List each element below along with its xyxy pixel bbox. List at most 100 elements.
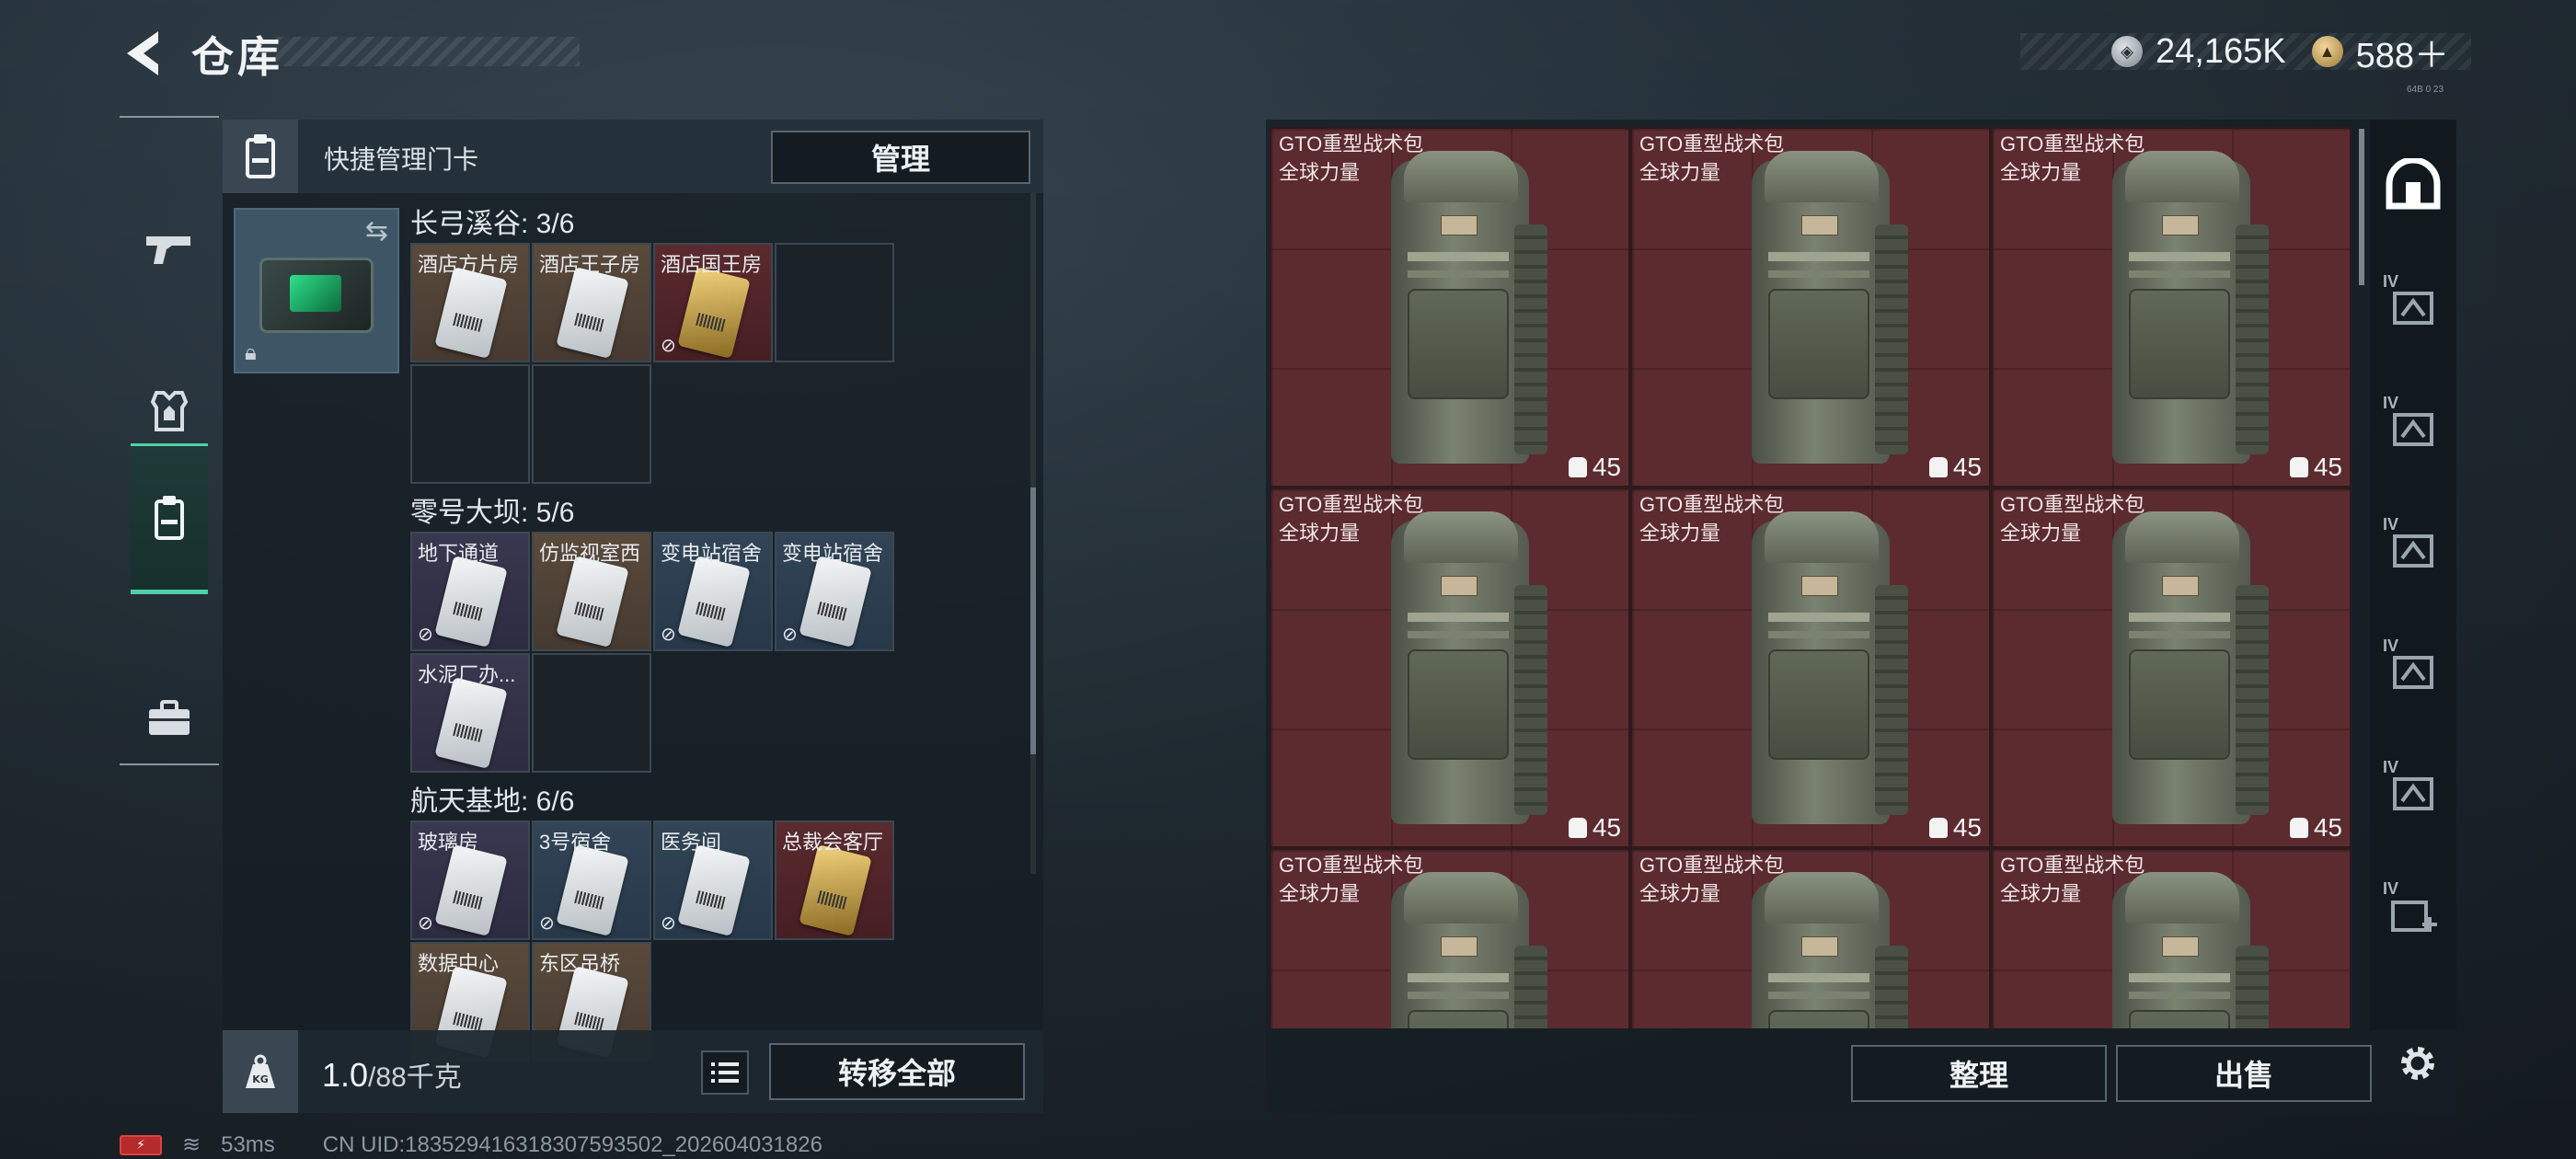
stash-tab-4[interactable]: IV bbox=[2377, 511, 2449, 585]
keycard-slot[interactable]: 变电站宿舍 ⊘ bbox=[653, 532, 773, 651]
stash-item-backpack[interactable]: GTO重型战术包全球力量45 bbox=[1991, 127, 2352, 488]
item-brand: 全球力量 bbox=[1639, 882, 1721, 905]
silver-currency-value: 24,165K bbox=[2156, 31, 2286, 71]
keycard-case-box bbox=[223, 120, 298, 193]
capacity-value: 45 bbox=[1592, 813, 1621, 842]
empty-keycard-slot[interactable] bbox=[532, 653, 651, 773]
backpack-image bbox=[1367, 151, 1547, 473]
list-view-button[interactable] bbox=[701, 1050, 749, 1095]
stash-tab-5[interactable]: IV bbox=[2377, 633, 2449, 706]
category-tools[interactable] bbox=[131, 649, 208, 787]
scrollbar-thumb[interactable] bbox=[1030, 488, 1036, 754]
keycard-label: 酒店国王房 bbox=[661, 253, 763, 276]
transfer-all-button[interactable]: 转移全部 bbox=[769, 1043, 1025, 1100]
keycard-case-icon bbox=[246, 134, 275, 178]
keycard-slot[interactable]: 医务间 ⊘ bbox=[653, 820, 773, 940]
stash-item-backpack[interactable]: GTO重型战术包全球力量45 bbox=[1991, 848, 2352, 1028]
manage-button[interactable]: 管理 bbox=[771, 131, 1030, 184]
stash-tab-6[interactable]: IV bbox=[2377, 754, 2449, 828]
gold-currency-value[interactable]: 588＋ bbox=[2356, 27, 2449, 77]
keycard-label: 地下通道 bbox=[418, 542, 500, 565]
keycard-slot[interactable]: 酒店王子房 bbox=[532, 243, 651, 362]
keycard-slot[interactable]: 水泥厂办... bbox=[410, 653, 530, 773]
pistol-icon bbox=[146, 236, 190, 264]
keycard-scrollbar[interactable] bbox=[1030, 193, 1036, 874]
category-keycards[interactable] bbox=[131, 443, 208, 594]
stash-home-icon bbox=[2386, 158, 2441, 210]
capacity-value: 45 bbox=[1952, 453, 1982, 481]
sort-button[interactable]: 整理 bbox=[1851, 1045, 2107, 1102]
keycard-image bbox=[556, 267, 629, 359]
sell-button[interactable]: 出售 bbox=[2116, 1045, 2372, 1102]
backpack-image bbox=[1367, 511, 1547, 833]
keycard-slot[interactable]: 3号宿舍 ⊘ bbox=[532, 820, 651, 940]
stash-tab-3[interactable]: IV bbox=[2377, 390, 2449, 464]
map-group-title: 航天基地: 6/6 bbox=[410, 786, 575, 817]
stash-item-backpack[interactable]: GTO重型战术包全球力量45 bbox=[1630, 488, 1991, 848]
keycard-label: 3号宿舍 bbox=[539, 831, 612, 854]
weight-readout: 1.0/88千克 bbox=[322, 1054, 462, 1095]
weight-max: /88千克 bbox=[368, 1062, 462, 1093]
capacity-icon bbox=[2289, 818, 2308, 838]
stash-scrollbar[interactable] bbox=[2359, 129, 2364, 285]
backpack-image bbox=[1728, 511, 1908, 833]
stash-item-backpack[interactable]: GTO重型战术包全球力量45 bbox=[1991, 488, 2352, 848]
keycard-case-slot[interactable]: ⇆ 🔒︎ bbox=[234, 208, 399, 373]
capacity-value: 45 bbox=[2313, 453, 2342, 481]
stash-tab-1[interactable] bbox=[2377, 147, 2449, 221]
page-title: 仓库 bbox=[191, 33, 283, 81]
keycard-case-icon bbox=[155, 496, 184, 540]
currency-bar: ◈ 24,165K ▲ 588＋ bbox=[2020, 31, 2471, 75]
keycard-slot[interactable]: 酒店方片房 bbox=[410, 243, 530, 362]
item-brand: 全球力量 bbox=[1639, 522, 1721, 545]
armor-icon bbox=[150, 391, 189, 431]
backpack-image bbox=[1728, 151, 1908, 473]
item-brand: 全球力量 bbox=[1279, 882, 1361, 905]
item-name: GTO重型战术包 bbox=[1639, 132, 1785, 155]
capacity-badge: 45 bbox=[1928, 453, 1982, 482]
keycard-slot[interactable]: 地下通道 ⊘ bbox=[410, 532, 530, 651]
toolbox-icon bbox=[149, 700, 190, 735]
keycard-slot[interactable]: 仿监视室西 bbox=[532, 532, 651, 651]
item-name: GTO重型战术包 bbox=[2000, 854, 2145, 877]
keycard-image bbox=[434, 677, 508, 769]
battery-icon: ⚡ bbox=[120, 1134, 162, 1155]
item-name: GTO重型战术包 bbox=[2000, 132, 2145, 155]
stash-item-backpack[interactable]: GTO重型战术包全球力量45 bbox=[1270, 127, 1630, 488]
keycard-slot[interactable]: 酒店国王房 ⊘ bbox=[653, 243, 773, 362]
empty-keycard-slot[interactable] bbox=[775, 243, 894, 362]
no-insure-icon: ⊘ bbox=[661, 913, 676, 934]
keycard-slot[interactable]: 玻璃房 ⊘ bbox=[410, 820, 530, 940]
capacity-value: 45 bbox=[1592, 453, 1621, 481]
keycard-slot[interactable]: 变电站宿舍 ⊘ bbox=[775, 532, 894, 651]
keycard-slot[interactable]: 总裁会客厅 bbox=[775, 820, 894, 940]
capacity-badge: 45 bbox=[1568, 813, 1621, 843]
stash-tab-7[interactable]: IV bbox=[2377, 876, 2449, 949]
backpack-image bbox=[2088, 872, 2269, 1028]
keycard-image bbox=[677, 844, 751, 936]
empty-keycard-slot[interactable] bbox=[410, 364, 530, 484]
back-arrow-icon bbox=[127, 31, 158, 75]
stash-tab-2[interactable]: IV bbox=[2377, 269, 2449, 342]
back-button[interactable] bbox=[118, 26, 173, 81]
stash-item-backpack[interactable]: GTO重型战术包全球力量45 bbox=[1630, 848, 1991, 1028]
category-weapons[interactable] bbox=[131, 180, 208, 318]
stash-footer: 整理 出售 bbox=[1266, 1030, 2456, 1113]
keycard-image bbox=[434, 556, 508, 648]
swap-icon[interactable]: ⇆ bbox=[365, 215, 388, 247]
silver-coin-icon: ◈ bbox=[2111, 36, 2144, 67]
item-name: GTO重型战术包 bbox=[1639, 493, 1785, 516]
ping-readout: 53ms bbox=[221, 1131, 275, 1157]
stash-item-backpack[interactable]: GTO重型战术包全球力量45 bbox=[1270, 848, 1630, 1028]
stash-item-backpack[interactable]: GTO重型战术包全球力量45 bbox=[1630, 127, 1991, 488]
kg-weight-icon: KG bbox=[246, 1054, 275, 1088]
item-name: GTO重型战术包 bbox=[1279, 132, 1424, 155]
capacity-icon bbox=[2289, 457, 2308, 477]
item-name: GTO重型战术包 bbox=[1639, 854, 1785, 877]
stash-item-backpack[interactable]: GTO重型战术包全球力量45 bbox=[1270, 488, 1630, 848]
no-insure-icon: ⊘ bbox=[418, 913, 433, 934]
wifi-icon: ≋ bbox=[182, 1132, 201, 1157]
empty-keycard-slot[interactable] bbox=[532, 364, 651, 484]
keycard-label: 医务间 bbox=[661, 831, 722, 854]
capacity-icon bbox=[1568, 818, 1587, 838]
